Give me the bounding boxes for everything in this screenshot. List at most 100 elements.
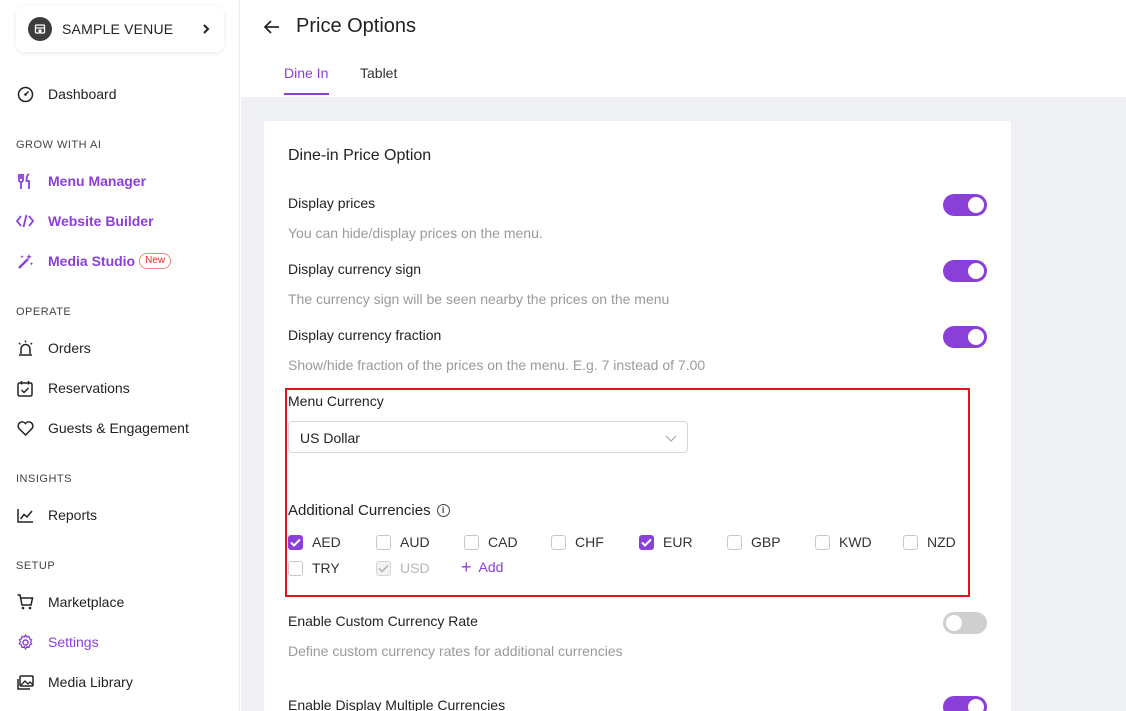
checkbox-checked[interactable] [639,534,654,550]
checkbox[interactable] [376,534,391,550]
active-tab-indicator [284,93,329,95]
currency-code: GBP [751,534,781,550]
currency-chf[interactable]: CHF [551,533,604,551]
section-label-setup: SETUP [16,560,56,572]
line-chart-icon [16,506,34,524]
checkbox[interactable] [903,534,918,550]
sidebar-item-label: Marketplace [48,594,125,610]
tab-dine-in[interactable]: Dine In [284,65,328,81]
currency-aed[interactable]: AED [288,533,341,551]
currency-cad[interactable]: CAD [464,533,518,551]
checkbox[interactable] [727,534,742,550]
custom-rate-toggle[interactable] [943,612,987,634]
sidebar-item-website-builder[interactable]: Website Builder [16,207,154,235]
option-desc-currency-fraction: Show/hide fraction of the prices on the … [288,357,706,373]
currency-aud[interactable]: AUD [376,533,430,551]
sidebar-item-media-studio[interactable]: Media Studio New [16,247,172,275]
option-title-custom-rate: Enable Custom Currency Rate [288,613,478,629]
currency-gbp[interactable]: GBP [727,533,781,551]
currency-code: TRY [312,560,340,576]
tab-tablet[interactable]: Tablet [360,65,397,81]
sidebar-item-media-library[interactable]: Media Library [16,668,133,696]
add-currency-label: Add [478,559,504,575]
sidebar-item-label: Menu Manager [48,173,147,189]
venue-name: SAMPLE VENUE [62,21,174,37]
back-arrow-icon[interactable] [263,18,281,36]
sidebar-item-label: Settings [48,634,99,650]
sidebar-item-marketplace[interactable]: Marketplace [16,588,124,616]
images-icon [16,673,34,691]
menu-currency-select[interactable]: US Dollar [288,421,688,453]
chevron-down-icon [665,431,677,443]
checkbox[interactable] [551,534,566,550]
card-title: Dine-in Price Option [288,147,432,164]
option-desc-currency-sign: The currency sign will be seen nearby th… [288,291,670,307]
magic-wand-icon [16,252,34,270]
currency-kwd[interactable]: KWD [815,533,872,551]
currency-code: KWD [839,534,872,550]
sidebar-item-menu-manager[interactable]: Menu Manager [16,167,146,195]
additional-currencies-title: Additional Currencies i [288,502,450,519]
currency-try[interactable]: TRY [288,559,340,577]
info-icon[interactable]: i [436,504,450,517]
display-prices-toggle[interactable] [943,194,987,216]
currency-code: USD [400,560,430,576]
section-label-operate: OPERATE [16,306,72,318]
sidebar-item-label: Website Builder [48,213,154,229]
page-header: Price Options Dine In Tablet [241,0,1126,97]
currency-eur[interactable]: EUR [639,533,693,551]
page-title: Price Options [296,15,417,37]
checkbox-disabled [376,560,391,576]
calendar-check-icon [16,379,34,397]
section-label-insights: INSIGHTS [16,473,72,485]
currency-code: CAD [488,534,518,550]
checkbox[interactable] [464,534,479,550]
sidebar-item-settings[interactable]: Settings [16,628,99,656]
sidebar-item-dashboard[interactable]: Dashboard [16,80,117,108]
menu-currency-label: Menu Currency [288,393,384,409]
sidebar-item-orders[interactable]: Orders [16,334,91,362]
additional-currencies-label: Additional Currencies [288,502,431,519]
option-title-display-prices: Display prices [288,195,376,211]
menu-currency-value: US Dollar [300,430,360,446]
currency-code: CHF [575,534,604,550]
gauge-icon [16,85,34,103]
venue-selector[interactable]: SAMPLE VENUE [16,6,224,52]
option-title-multi-currencies: Enable Display Multiple Currencies [288,697,506,711]
sidebar-item-reservations[interactable]: Reservations [16,374,130,402]
sidebar-item-label: Dashboard [48,86,117,102]
sidebar-item-reports[interactable]: Reports [16,501,97,529]
siren-icon [16,339,34,357]
chevron-right-icon [200,23,212,35]
currency-sign-toggle[interactable] [943,260,987,282]
currency-code: AUD [400,534,430,550]
checkbox-checked[interactable] [288,534,303,550]
sidebar-item-label: Reservations [48,380,130,396]
sidebar-item-guests[interactable]: Guests & Engagement [16,414,189,442]
currency-fraction-toggle[interactable] [943,326,987,348]
currency-code: NZD [927,534,956,550]
heart-icon [16,419,34,437]
option-title-currency-fraction: Display currency fraction [288,327,442,343]
checkbox[interactable] [815,534,830,550]
sidebar-item-label: Orders [48,340,91,356]
currency-code: AED [312,534,341,550]
currency-nzd[interactable]: NZD [903,533,956,551]
code-icon [16,212,34,230]
option-desc-display-prices: You can hide/display prices on the menu. [288,225,543,241]
add-currency-button[interactable]: + Add [461,558,503,576]
sidebar-item-label: Reports [48,507,98,523]
checkbox[interactable] [288,560,303,576]
section-label-grow: GROW WITH AI [16,139,102,151]
plus-icon: + [461,557,472,577]
currency-usd: USD [376,559,430,577]
sidebar-item-label: Media Studio [48,253,136,269]
gear-icon [16,633,34,651]
sidebar: SAMPLE VENUE Dashboard GROW WITH AI Menu… [0,0,240,711]
new-badge: New [139,253,172,269]
option-title-currency-sign: Display currency sign [288,261,422,277]
store-icon [28,17,52,41]
multi-currencies-toggle[interactable] [943,696,987,711]
sidebar-item-label: Media Library [48,674,133,690]
cart-icon [16,593,34,611]
